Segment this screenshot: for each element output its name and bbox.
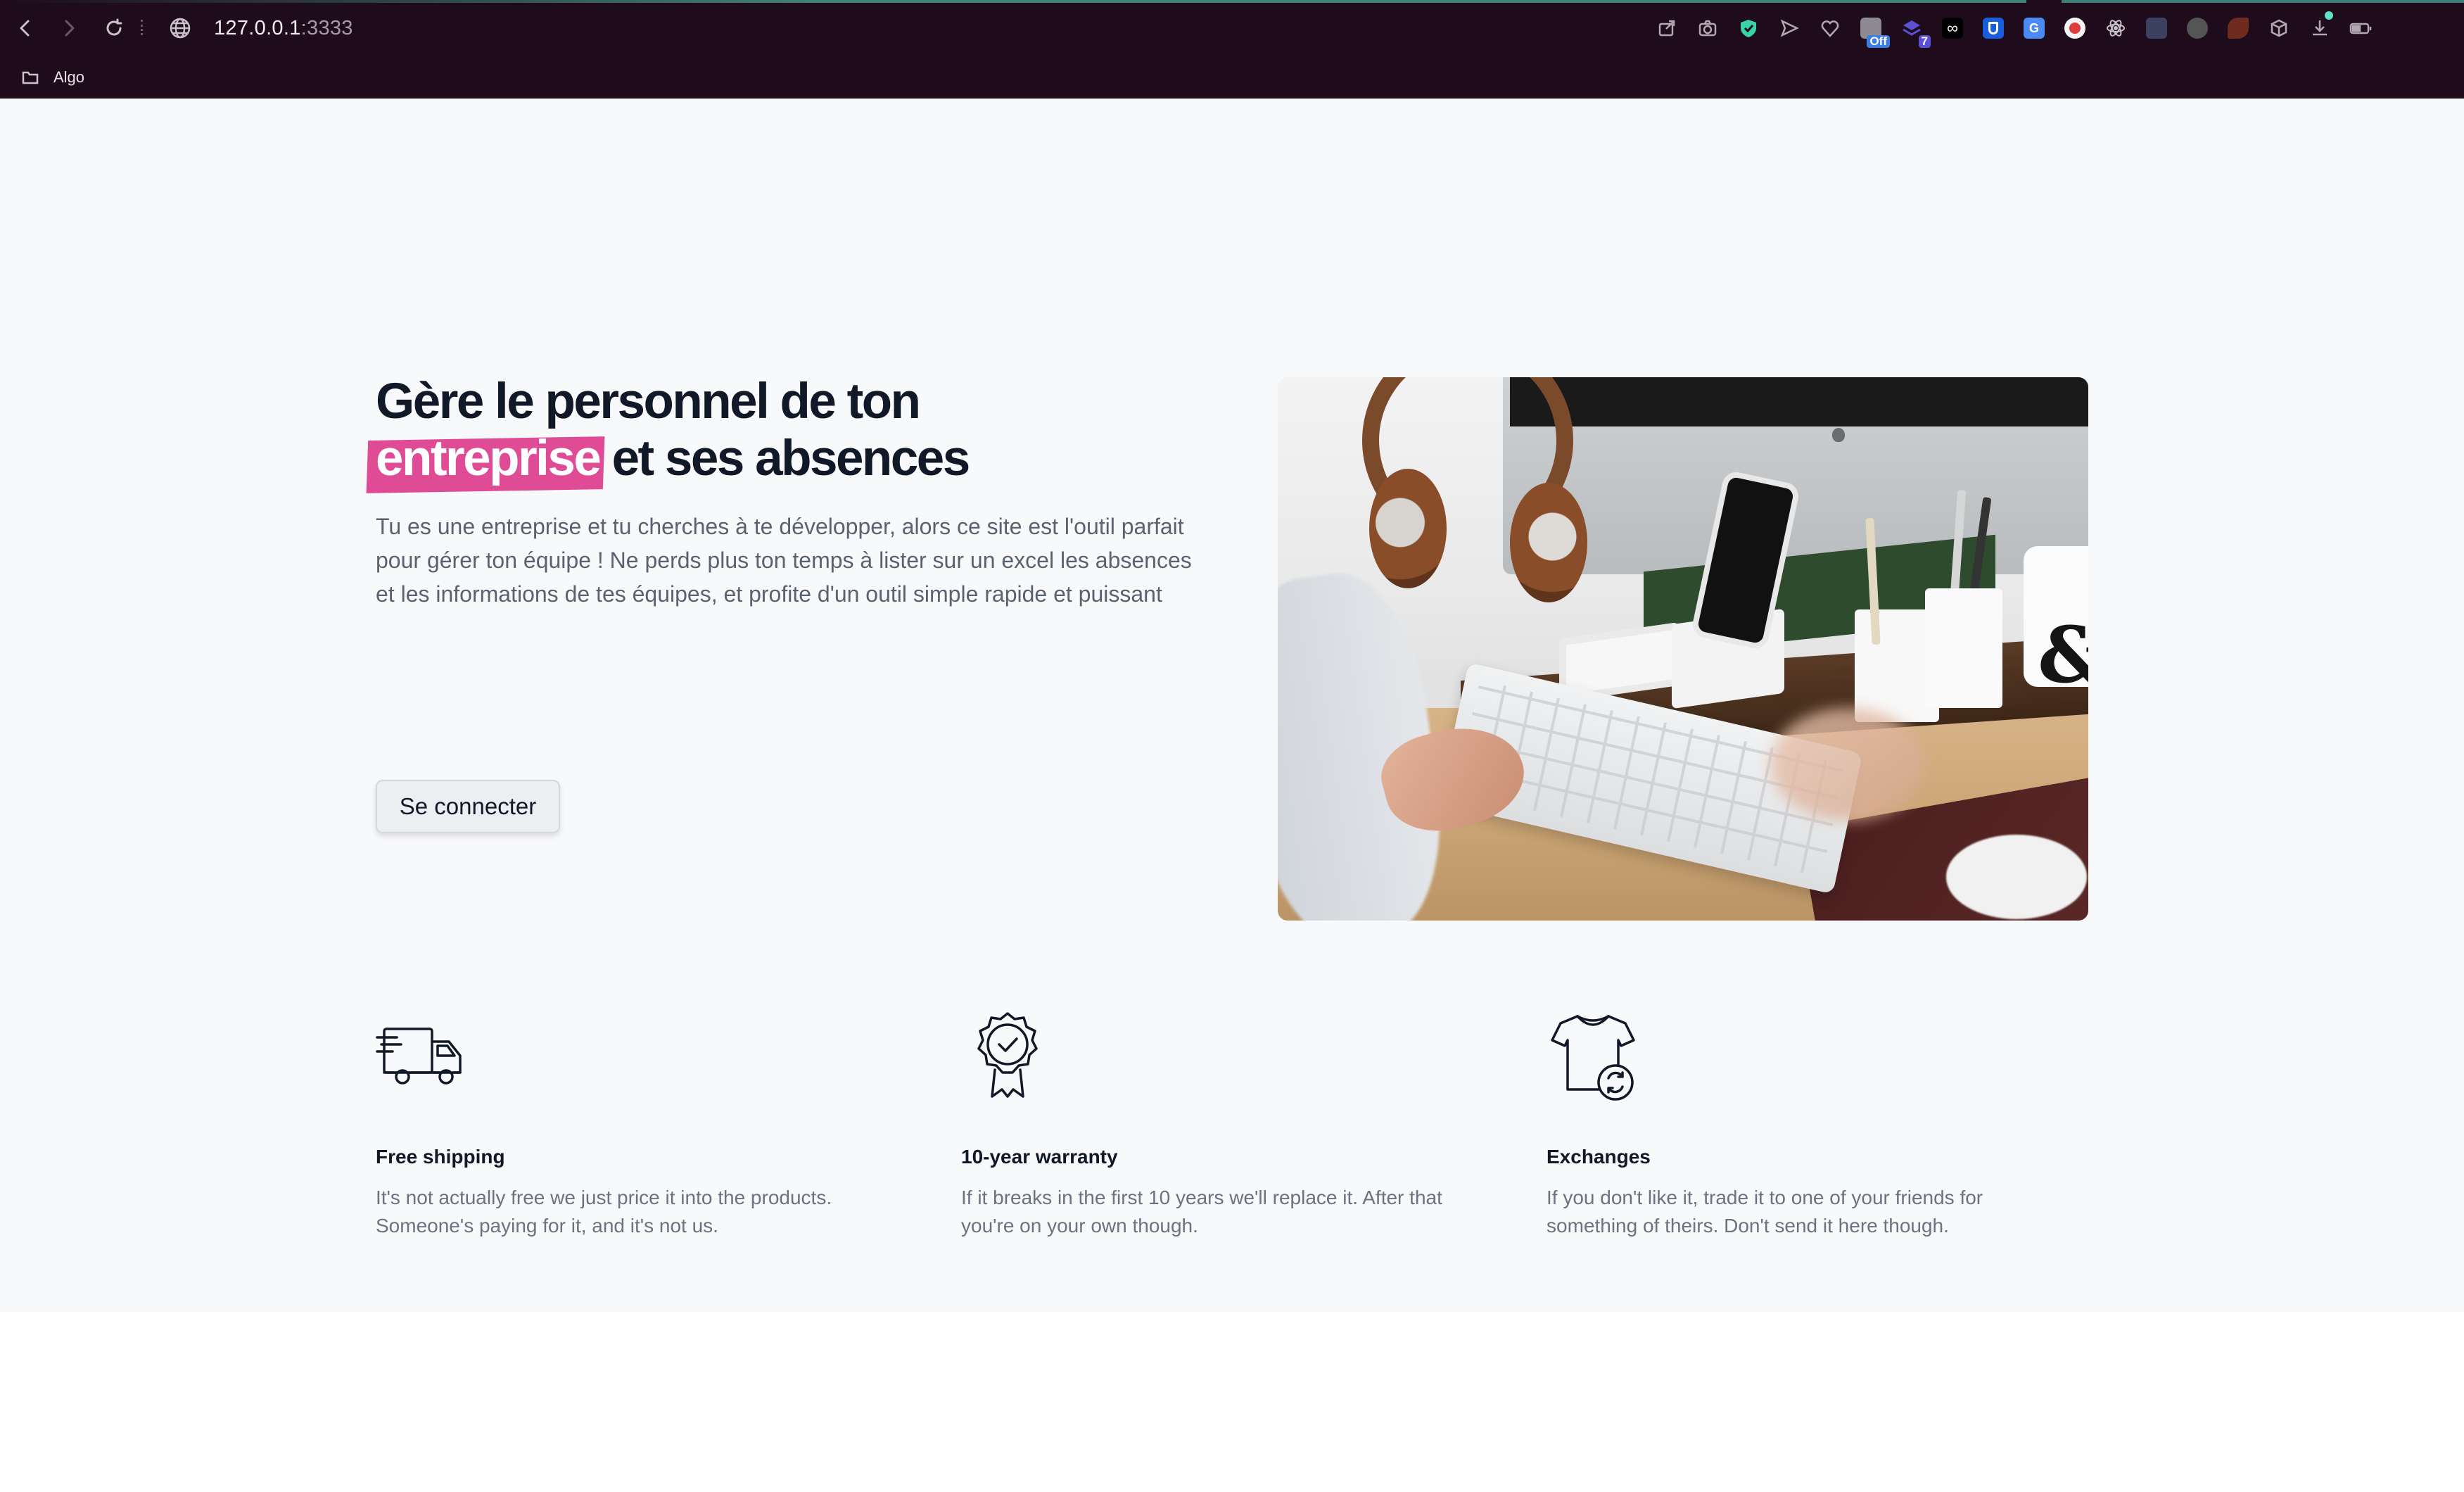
hero-title-highlight: entreprise bbox=[366, 430, 605, 493]
delivery-truck-icon bbox=[376, 1009, 469, 1102]
extension-badge: Off bbox=[1867, 35, 1890, 48]
hero-title: Gère le personnel de ton entreprise et s… bbox=[366, 373, 1220, 493]
grid-extension-icon[interactable] bbox=[2136, 13, 2177, 44]
login-button[interactable]: Se connecter bbox=[376, 780, 560, 833]
photo-headphone-right bbox=[1510, 483, 1587, 602]
chevron-right-icon bbox=[65, 20, 75, 37]
feature-title: Exchanges bbox=[1547, 1146, 1651, 1168]
globe-icon bbox=[170, 18, 191, 39]
swift-extension-icon[interactable] bbox=[2218, 13, 2259, 44]
feature-text: If you don't like it, trade it to one of… bbox=[1547, 1187, 1983, 1237]
feature-text: If it breaks in the first 10 years we'll… bbox=[961, 1187, 1442, 1237]
folder-icon bbox=[22, 71, 39, 84]
page-footer-area bbox=[0, 1312, 2464, 1492]
photo-hand-blur bbox=[1770, 708, 1925, 821]
download-icon[interactable] bbox=[2299, 11, 2340, 44]
feature-exchanges: Exchanges If you don't like it, trade it… bbox=[1547, 1009, 2053, 1240]
hero-image: & bbox=[1278, 377, 2088, 921]
hero-title-line1: Gère le personnel de ton bbox=[376, 374, 921, 429]
tshirt-exchange-icon bbox=[1547, 1009, 1639, 1102]
hero-title-rest: et ses absences bbox=[611, 431, 971, 486]
tab-strip-accent bbox=[0, 0, 2026, 3]
toolbar-divider bbox=[141, 20, 144, 35]
hero-description: Tu es une entreprise et tu cherches à te… bbox=[376, 514, 1192, 607]
share-icon[interactable] bbox=[1646, 13, 1687, 44]
feature-warranty: 10-year warranty If it breaks in the fir… bbox=[961, 1009, 1468, 1240]
photo-headphone-left bbox=[1369, 469, 1447, 588]
url-port: :3333 bbox=[300, 17, 353, 39]
chevron-left-icon bbox=[20, 20, 30, 37]
shield-check-icon[interactable] bbox=[1728, 13, 1769, 44]
tab-strip-accent-right bbox=[2062, 0, 2464, 3]
page-content: Gère le personnel de ton entreprise et s… bbox=[0, 99, 2464, 1312]
reload-icon bbox=[106, 18, 122, 36]
photo-pen-cup-2 bbox=[1925, 588, 2002, 708]
photo-mug-ampersand: & bbox=[2038, 609, 2088, 700]
photo-apple-logo bbox=[1832, 428, 1845, 442]
privacy-extension-icon[interactable]: Off bbox=[1850, 13, 1891, 48]
layers-extension-icon[interactable]: 7 bbox=[1891, 13, 1932, 48]
feature-free-shipping: Free shipping It's not actually free we … bbox=[376, 1009, 882, 1240]
circle-extension-icon[interactable] bbox=[2177, 13, 2218, 44]
record-icon[interactable] bbox=[2055, 13, 2095, 44]
bookmark-label: Algo bbox=[53, 68, 85, 86]
send-icon[interactable] bbox=[1769, 13, 1810, 44]
url-host: 127.0.0.1 bbox=[214, 17, 301, 39]
extension-badge: 7 bbox=[1918, 35, 1931, 48]
heart-icon[interactable] bbox=[1810, 13, 1850, 44]
feature-title: Free shipping bbox=[376, 1146, 505, 1168]
react-devtools-icon[interactable] bbox=[2095, 13, 2136, 44]
battery-icon[interactable] bbox=[2340, 13, 2381, 44]
bookmark-folder-algo[interactable]: Algo bbox=[21, 63, 84, 91]
translate-icon[interactable]: G bbox=[2014, 13, 2055, 44]
address-bar[interactable]: 127.0.0.1:3333 bbox=[214, 15, 353, 41]
feature-text: It's not actually free we just price it … bbox=[376, 1187, 832, 1237]
site-info-button[interactable] bbox=[167, 15, 193, 41]
forward-button[interactable] bbox=[53, 13, 84, 44]
bitwarden-icon[interactable] bbox=[1973, 13, 2014, 44]
feature-title: 10-year warranty bbox=[961, 1146, 1118, 1168]
reload-button[interactable] bbox=[99, 13, 129, 44]
back-button[interactable] bbox=[10, 13, 41, 44]
extensions-bar: Off 7 ∞ G bbox=[1646, 11, 2381, 48]
browser-toolbar: 127.0.0.1:3333 Off 7 ∞ G Algo bbox=[0, 0, 2464, 99]
camera-icon[interactable] bbox=[1687, 13, 1728, 44]
photo-monitor-screen bbox=[1510, 377, 2088, 426]
bookmarks-bar: Algo bbox=[0, 56, 2464, 99]
warranty-badge-icon bbox=[961, 1009, 1054, 1102]
cube-icon[interactable] bbox=[2259, 13, 2299, 44]
infinity-extension-icon[interactable]: ∞ bbox=[1932, 13, 1973, 44]
photo-mouse bbox=[1946, 835, 2087, 919]
